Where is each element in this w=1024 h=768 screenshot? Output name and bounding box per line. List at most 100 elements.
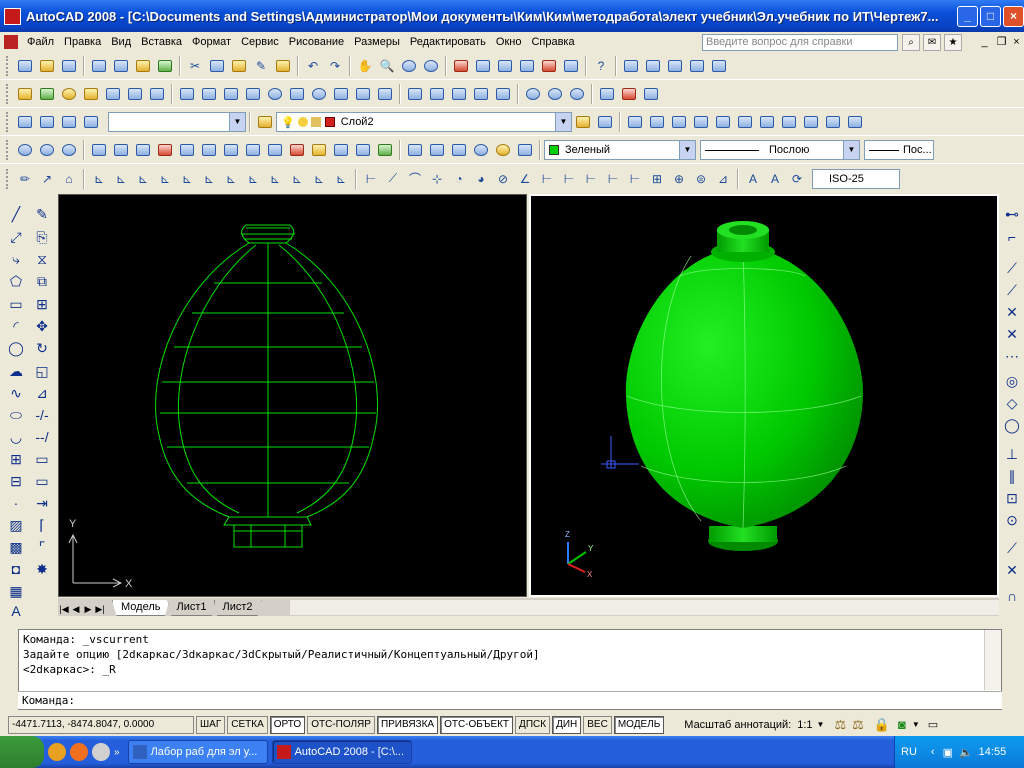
revision-cloud-icon[interactable]: ☁	[5, 361, 27, 381]
insert-block-icon[interactable]: ⊞	[5, 449, 27, 469]
dim-linear-icon[interactable]: ⊢	[361, 169, 381, 189]
ucs-object-icon[interactable]: ⊾	[133, 169, 153, 189]
quicklaunch-app-icon[interactable]	[48, 743, 66, 761]
gradient-icon[interactable]: ▩	[5, 537, 27, 557]
join-icon[interactable]: ⇥	[31, 493, 53, 513]
dimstyle-dropdown[interactable]: ISO-25	[812, 168, 900, 189]
view-bottom-icon[interactable]	[647, 112, 667, 132]
layer-previous-icon[interactable]	[595, 112, 615, 132]
center-mark-icon[interactable]: ⊕	[669, 169, 689, 189]
home-icon[interactable]: ⌂	[59, 169, 79, 189]
chevron-down-icon[interactable]: ▼	[555, 113, 571, 131]
2d-wireframe-icon[interactable]	[405, 140, 425, 160]
cylinder-icon[interactable]	[287, 84, 307, 104]
plot-icon[interactable]	[89, 56, 109, 76]
menu-window[interactable]: Окно	[491, 32, 527, 52]
shell-icon[interactable]	[375, 140, 395, 160]
dim-break-icon[interactable]: ⊢	[625, 169, 645, 189]
render-env-icon[interactable]	[147, 84, 167, 104]
toolbar-grip[interactable]	[6, 84, 10, 104]
pyramid-icon[interactable]	[331, 84, 351, 104]
taper-faces-icon[interactable]	[199, 140, 219, 160]
hatch-icon[interactable]: ▨	[5, 515, 27, 535]
tray-arrow-icon[interactable]: ‹	[931, 746, 935, 758]
3d-rotate-icon[interactable]	[619, 84, 639, 104]
styles-text-icon[interactable]	[621, 56, 641, 76]
volume-icon[interactable]: 🔈	[959, 746, 973, 759]
tab-next-icon[interactable]: ▶	[82, 602, 94, 616]
dim-baseline-icon[interactable]: ⊢	[559, 169, 579, 189]
ucs-axis-icon[interactable]: ⊾	[89, 169, 109, 189]
3d-move-icon[interactable]	[597, 84, 617, 104]
scale-icon[interactable]: ◱	[31, 361, 53, 381]
ucs-x-icon[interactable]: ⊾	[199, 169, 219, 189]
dim-arc-icon[interactable]: ⌒	[405, 169, 425, 189]
quicklaunch-more-icon[interactable]: »	[114, 747, 120, 758]
snap-endpoint-icon[interactable]: ⟋	[1001, 258, 1023, 278]
tab-layout2[interactable]: Лист2	[213, 600, 262, 616]
ucs-3point-icon[interactable]: ⊾	[111, 169, 131, 189]
snap-apparent-int-icon[interactable]: ✕	[1001, 324, 1023, 344]
zoom-window-icon[interactable]	[399, 56, 419, 76]
dim-ordinate-icon[interactable]: ⊹	[427, 169, 447, 189]
osnap-settings-icon[interactable]: ∩	[1001, 586, 1023, 606]
loft-icon[interactable]	[493, 84, 513, 104]
dim-diameter-icon[interactable]: ⊘	[493, 169, 513, 189]
toolbar-grip[interactable]	[6, 168, 10, 189]
subtract-small-icon[interactable]	[37, 140, 57, 160]
move-faces-icon[interactable]	[111, 140, 131, 160]
jogged-linear-icon[interactable]: ⊿	[713, 169, 733, 189]
arc-icon[interactable]: ◜	[5, 316, 27, 336]
block-editor-icon[interactable]	[273, 56, 293, 76]
light-icon[interactable]	[59, 84, 79, 104]
snap-intersection-icon[interactable]: ✕	[1001, 302, 1023, 322]
document-icon[interactable]	[4, 35, 18, 49]
fillet-icon[interactable]: ⌜	[31, 537, 53, 557]
start-button[interactable]	[0, 736, 44, 768]
revolve-icon[interactable]	[471, 84, 491, 104]
snap-center-icon[interactable]: ◎	[1001, 371, 1023, 391]
visual-styles-manager-icon[interactable]	[515, 140, 535, 160]
view-sw-iso-icon[interactable]	[757, 112, 777, 132]
coordinates-readout[interactable]: -4471.7113, -8474.8047, 0.0000	[8, 715, 194, 734]
zoom-realtime-icon[interactable]: 🔍	[377, 56, 397, 76]
dim-aligned-icon[interactable]: ⟋	[383, 169, 403, 189]
offset-faces-icon[interactable]	[133, 140, 153, 160]
chevron-down-icon[interactable]: ▼	[679, 141, 695, 159]
task-word-document[interactable]: Лабор раб для эл у...	[127, 740, 268, 764]
snap-none-icon[interactable]: ✕	[1001, 560, 1023, 580]
copy-faces-icon[interactable]	[221, 140, 241, 160]
styles-dim-icon[interactable]	[643, 56, 663, 76]
snap-extension-icon[interactable]: ⋯	[1001, 346, 1023, 366]
box-icon[interactable]	[199, 84, 219, 104]
snap-from-icon[interactable]: ↗	[37, 169, 57, 189]
union-icon[interactable]	[523, 84, 543, 104]
region-icon[interactable]: ◘	[5, 559, 27, 579]
explode-icon[interactable]: ✸	[31, 559, 53, 579]
menu-modify[interactable]: Редактировать	[405, 32, 491, 52]
dim-radius-icon[interactable]: ◔	[449, 169, 469, 189]
array-icon[interactable]: ⊞	[31, 294, 53, 314]
snap-insert-icon[interactable]: ⊡	[1001, 488, 1023, 508]
copy-edges-icon[interactable]	[265, 140, 285, 160]
make-block-icon[interactable]: ⊟	[5, 471, 27, 491]
tool-palettes-icon[interactable]	[495, 56, 515, 76]
break-icon[interactable]: ▭	[31, 471, 53, 491]
trim-icon[interactable]: -/-	[31, 405, 53, 425]
rotate-icon[interactable]: ↻	[31, 338, 53, 358]
dim-jogged-icon[interactable]: ◕	[471, 169, 491, 189]
sphere-icon[interactable]	[265, 84, 285, 104]
ucs-zaxis-icon[interactable]: ⊾	[265, 169, 285, 189]
spline-icon[interactable]: ∿	[5, 383, 27, 403]
horizontal-scrollbar[interactable]	[290, 600, 999, 615]
ucs-view-icon[interactable]: ⊾	[177, 169, 197, 189]
menu-draw[interactable]: Рисование	[284, 32, 349, 52]
chevron-down-icon[interactable]: ▼	[843, 141, 859, 159]
materials-icon[interactable]	[103, 84, 123, 104]
design-center-icon[interactable]	[473, 56, 493, 76]
snap-from-point-icon[interactable]: ⌐	[1001, 227, 1023, 247]
snap-quadrant-icon[interactable]: ◇	[1001, 393, 1023, 413]
snap-parallel-icon[interactable]: ∥	[1001, 466, 1023, 486]
render-icon[interactable]	[37, 84, 57, 104]
markup-icon[interactable]	[539, 56, 559, 76]
